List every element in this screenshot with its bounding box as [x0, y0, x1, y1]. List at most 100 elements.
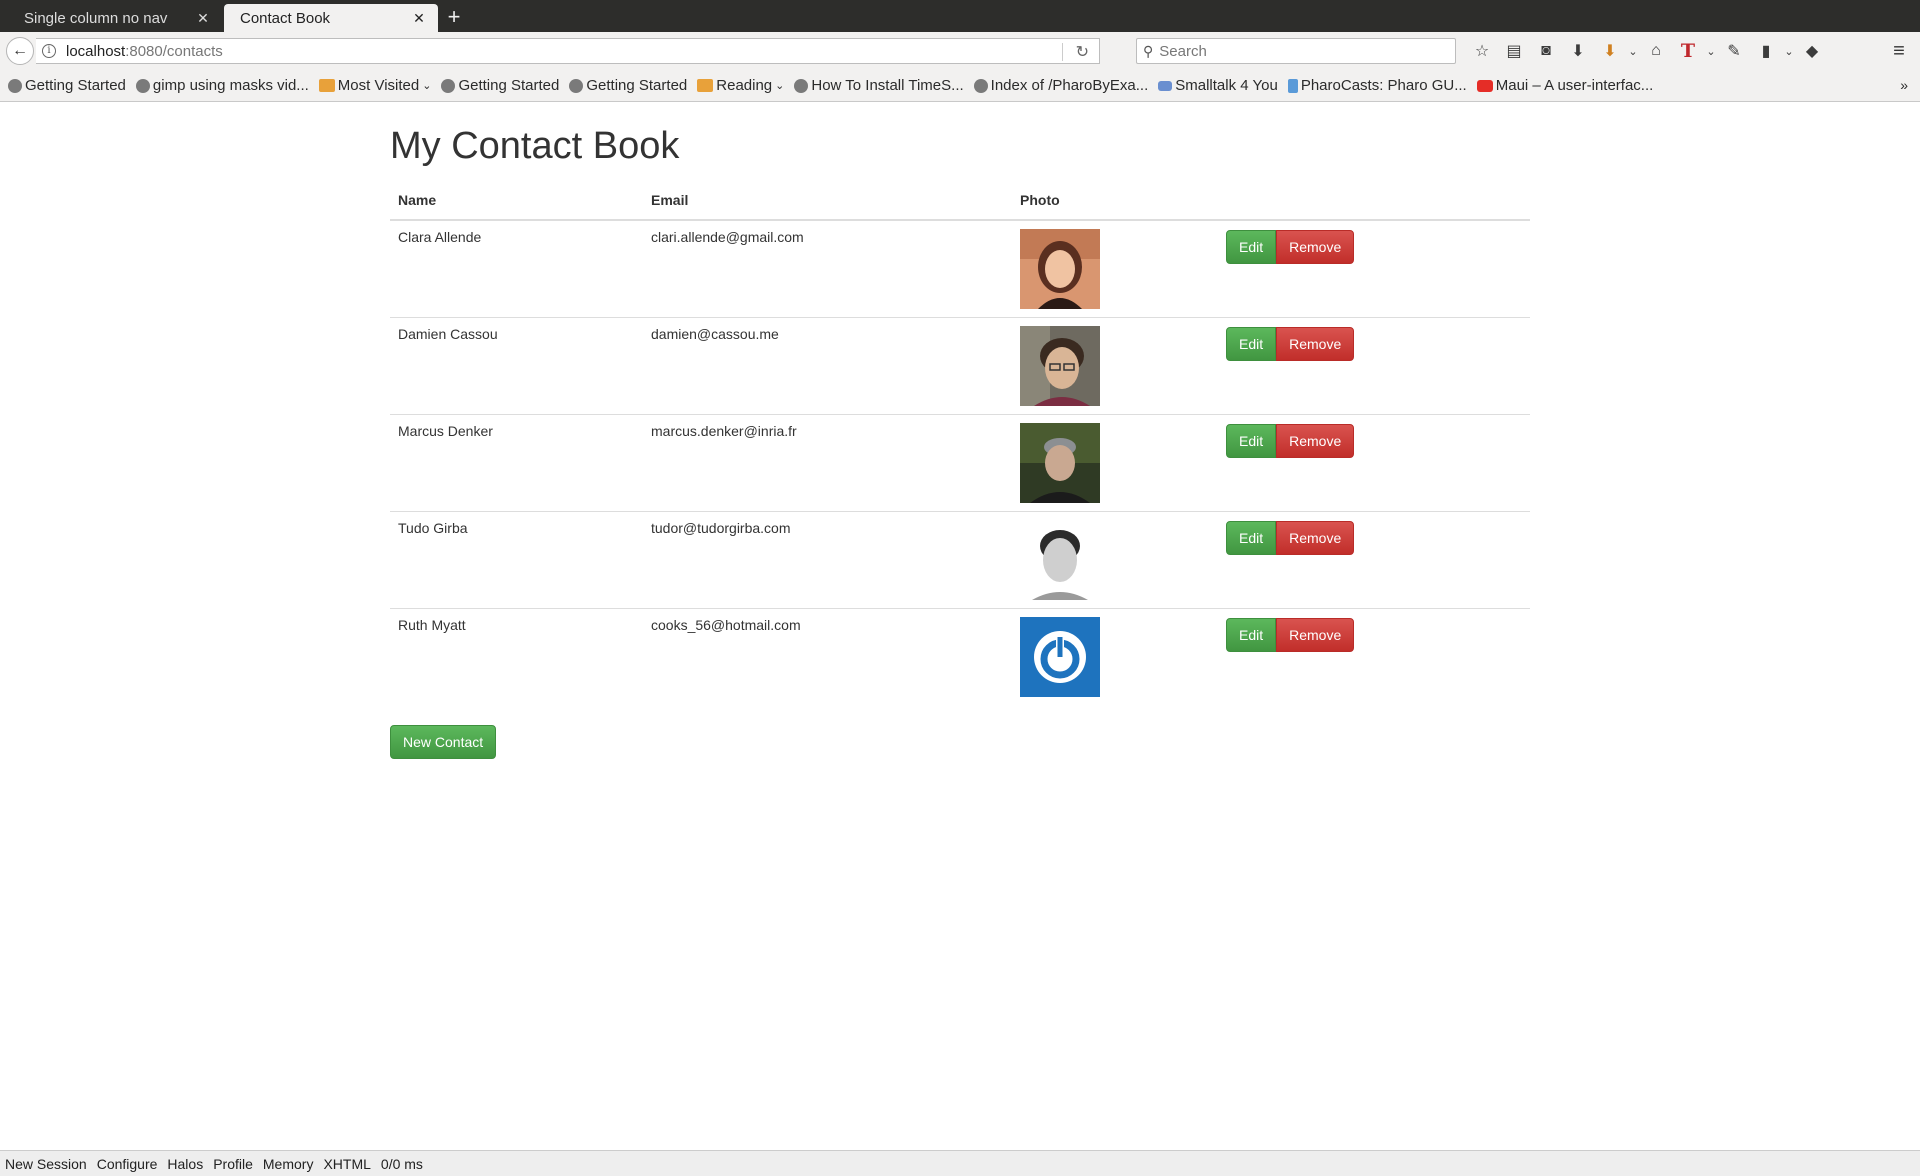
remove-button[interactable]: Remove: [1276, 617, 1355, 652]
table-header-row: Name Email Photo: [390, 181, 1530, 221]
bookmark-most-visited[interactable]: Most Visited ⌄: [318, 77, 432, 94]
extension-icon[interactable]: ✎: [1718, 38, 1750, 64]
edit-button[interactable]: Edit: [1226, 617, 1277, 652]
edit-button[interactable]: Edit: [1226, 229, 1277, 264]
bookmark-label: Maui – A user-interfac...: [1495, 77, 1654, 94]
bookmark-smalltalk[interactable]: Smalltalk 4 You: [1158, 77, 1278, 94]
contact-name: Tudo Girba: [390, 510, 643, 609]
chevron-down-icon: ⌄: [422, 80, 432, 92]
globe-icon: [135, 78, 150, 93]
globe-icon: [569, 78, 584, 93]
tab-single-column[interactable]: Single column no nav ✕: [8, 4, 222, 32]
bookmark-pharo-by-example[interactable]: Index of /PharoByExa...: [973, 77, 1149, 94]
bookmarks-overflow-icon[interactable]: »: [1900, 77, 1908, 93]
bookmark-label: Getting Started: [458, 77, 560, 94]
bookmark-getting-started[interactable]: Getting Started: [441, 77, 559, 94]
configure-link[interactable]: Configure: [97, 1156, 158, 1172]
new-contact-button[interactable]: New Contact: [390, 725, 497, 760]
bookmark-label: gimp using masks vid...: [152, 77, 309, 94]
bookmark-maui[interactable]: Maui – A user-interfac...: [1476, 77, 1654, 94]
url-bar[interactable]: i localhost:8080/contacts ↻: [36, 38, 1100, 64]
close-tab-icon[interactable]: ✕: [196, 10, 210, 27]
contact-email: cooks_56@hotmail.com: [643, 607, 1012, 706]
bookmark-label: Getting Started: [25, 77, 126, 94]
row-actions: Edit Remove: [1226, 423, 1355, 458]
table-row: Clara Allende clari.allende@gmail.com Ed…: [390, 220, 1530, 318]
home-icon[interactable]: ⌂: [1640, 38, 1672, 64]
column-header-name: Name: [390, 181, 643, 221]
tab-strip: Single column no nav ✕ Contact Book ✕ +: [0, 0, 1920, 32]
table-row: Tudo Girba tudor@tudorgirba.com Edit Rem…: [390, 510, 1530, 609]
bookmarks-bar: Getting Started gimp using masks vid... …: [0, 70, 1920, 102]
tab-label: Contact Book: [240, 9, 331, 27]
bookmark-star-icon[interactable]: ☆: [1466, 38, 1498, 64]
bookmark-reading[interactable]: Reading ⌄: [697, 77, 784, 94]
edit-button[interactable]: Edit: [1226, 423, 1277, 458]
smalltalk-icon: [1158, 80, 1173, 91]
contact-email: tudor@tudorgirba.com: [643, 510, 1012, 609]
chevron-down-icon[interactable]: ⌄: [1704, 38, 1718, 64]
tab-contact-book[interactable]: Contact Book ✕: [224, 4, 438, 32]
url-divider: [1062, 43, 1063, 61]
download-helper-icon[interactable]: ⬇: [1594, 38, 1626, 64]
actions-cell: Edit Remove: [1218, 316, 1530, 415]
row-actions: Edit Remove: [1226, 520, 1355, 555]
close-tab-icon[interactable]: ✕: [412, 10, 426, 27]
bookmark-getting-started[interactable]: Getting Started: [8, 77, 126, 94]
page-content: My Contact Book Name Email Photo Clara A…: [0, 102, 1920, 1150]
search-input[interactable]: ⚲ Search: [1136, 38, 1456, 64]
render-time: 0/0 ms: [380, 1155, 423, 1172]
pocket-icon[interactable]: ◙: [1530, 38, 1562, 64]
search-placeholder: Search: [1159, 42, 1207, 60]
clipboard-icon[interactable]: ▮: [1750, 38, 1782, 64]
bookmark-label: Reading: [716, 77, 773, 94]
photo-cell: [1012, 316, 1218, 415]
bookmark-label: How To Install TimeS...: [811, 77, 964, 94]
url-path: :8080/contacts: [125, 42, 223, 60]
bookmark-pharocasts[interactable]: PharoCasts: Pharo GU...: [1287, 77, 1467, 94]
remove-button[interactable]: Remove: [1276, 520, 1355, 555]
table-row: Ruth Myatt cooks_56@hotmail.com Edit Rem…: [390, 607, 1530, 706]
bookmark-gimp[interactable]: gimp using masks vid...: [135, 77, 309, 94]
bookmark-label: PharoCasts: Pharo GU...: [1300, 77, 1467, 94]
bookmark-timeslider[interactable]: How To Install TimeS...: [794, 77, 964, 94]
globe-icon: [8, 78, 22, 93]
contact-photo: [1020, 228, 1100, 309]
reload-icon[interactable]: ↻: [1076, 42, 1089, 62]
navigation-toolbar: ← i localhost:8080/contacts ↻ ⚲ Search ☆…: [0, 32, 1920, 70]
new-session-link[interactable]: New Session: [5, 1156, 87, 1172]
downloads-icon[interactable]: ⬇: [1562, 38, 1594, 64]
back-button[interactable]: ←: [6, 37, 34, 65]
chevron-down-icon[interactable]: ⌄: [1626, 38, 1640, 64]
xhtml-link[interactable]: XHTML: [323, 1156, 370, 1172]
contact-photo: [1020, 325, 1100, 406]
column-header-photo: Photo: [1012, 181, 1218, 221]
remove-button[interactable]: Remove: [1276, 229, 1355, 264]
edit-button[interactable]: Edit: [1226, 326, 1277, 361]
chevron-down-icon[interactable]: ⌄: [1782, 38, 1796, 64]
hamburger-menu-icon[interactable]: ≡: [1886, 38, 1912, 64]
edit-button[interactable]: Edit: [1226, 520, 1277, 555]
table-row: Damien Cassou damien@cassou.me Edit Remo…: [390, 316, 1530, 415]
toolbar-icons: ☆ ▤ ◙ ⬇ ⬇ ⌄ ⌂ T ⌄ ✎ ▮ ⌄ ◆: [1466, 38, 1828, 64]
contact-name: Clara Allende: [398, 228, 482, 245]
remove-button[interactable]: Remove: [1276, 423, 1355, 458]
bookmark-getting-started[interactable]: Getting Started: [569, 77, 687, 94]
new-tab-icon[interactable]: +: [440, 4, 468, 32]
sync-icon[interactable]: ◆: [1796, 38, 1828, 64]
halos-link[interactable]: Halos: [167, 1156, 203, 1172]
actions-cell: Edit Remove: [1218, 220, 1530, 318]
bookmark-label: Most Visited: [337, 77, 420, 94]
bookmark-label: Index of /PharoByExa...: [990, 77, 1149, 94]
pharocasts-icon: [1287, 78, 1298, 93]
translate-icon[interactable]: T: [1672, 38, 1704, 64]
actions-cell: Edit Remove: [1218, 607, 1530, 706]
reading-list-icon[interactable]: ▤: [1498, 38, 1530, 64]
photo-cell: [1012, 413, 1218, 512]
photo-cell: [1012, 510, 1218, 609]
profile-link[interactable]: Profile: [213, 1156, 253, 1172]
globe-icon: [441, 78, 456, 93]
memory-link[interactable]: Memory: [263, 1156, 314, 1172]
site-info-icon[interactable]: i: [42, 44, 56, 58]
remove-button[interactable]: Remove: [1276, 326, 1355, 361]
